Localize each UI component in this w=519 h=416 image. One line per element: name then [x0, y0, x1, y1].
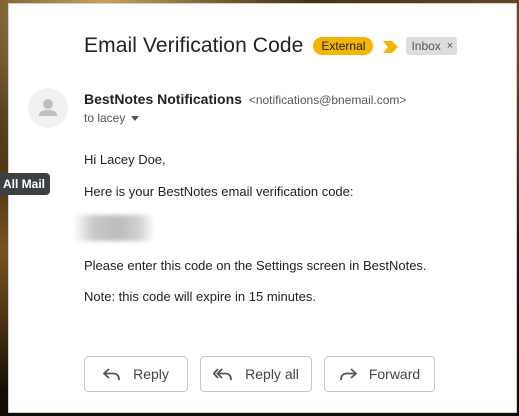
inbox-label-text: Inbox [411, 39, 441, 53]
sender-name[interactable]: BestNotes Notifications [84, 91, 242, 107]
subject-row: Email Verification Code External Inbox × [84, 34, 458, 58]
forward-label: Forward [368, 366, 421, 382]
important-marker-icon[interactable] [383, 40, 399, 53]
recipients-toggle[interactable]: to lacey [84, 111, 140, 125]
email-view: Email Verification Code External Inbox ×… [8, 3, 517, 413]
forward-arrow-icon [339, 368, 357, 381]
reply-all-label: Reply all [245, 366, 299, 382]
email-greeting: Hi Lacey Doe, [84, 152, 166, 167]
email-intro: Here is your BestNotes email verificatio… [84, 184, 354, 199]
email-subject: Email Verification Code [84, 34, 304, 57]
remove-label-icon[interactable]: × [447, 39, 453, 53]
person-icon [39, 99, 57, 116]
reply-all-arrow-icon [213, 368, 233, 381]
external-label[interactable]: External [313, 37, 374, 55]
reply-label: Reply [133, 366, 169, 382]
reply-arrow-icon [103, 368, 120, 381]
all-mail-tooltip: All Mail [0, 173, 51, 195]
recipients-text: to lacey [84, 111, 126, 125]
chevron-down-icon[interactable] [131, 115, 140, 121]
verification-code-redacted [73, 215, 155, 241]
sender-avatar[interactable] [28, 88, 68, 128]
reply-all-button[interactable]: Reply all [200, 356, 312, 392]
email-note: Note: this code will expire in 15 minute… [84, 289, 316, 304]
sender-row: BestNotes Notifications <notifications@b… [84, 91, 406, 107]
sender-email: <notifications@bnemail.com> [248, 93, 407, 107]
reply-button[interactable]: Reply [84, 356, 188, 392]
email-instruction: Please enter this code on the Settings s… [84, 258, 427, 273]
forward-button[interactable]: Forward [324, 356, 435, 392]
inbox-label[interactable]: Inbox × [406, 37, 458, 55]
